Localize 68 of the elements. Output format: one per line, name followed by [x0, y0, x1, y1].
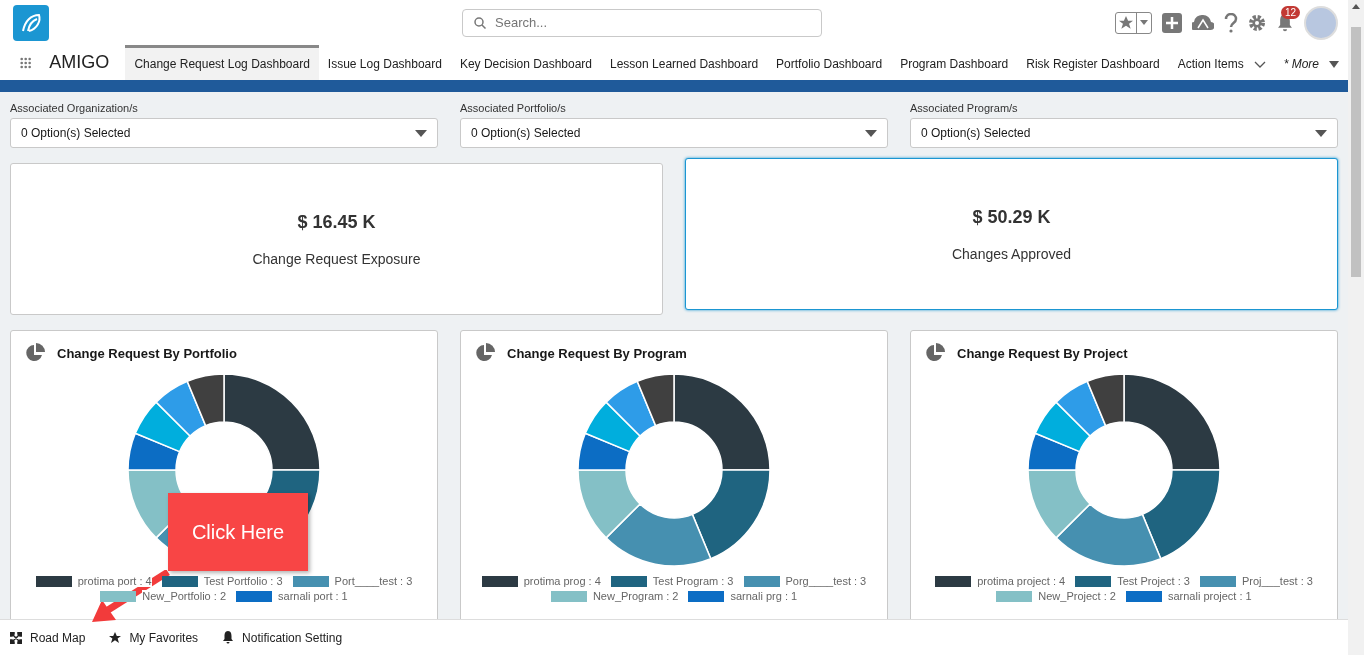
kpi-value: $ 50.29 K: [972, 206, 1051, 228]
legend-label: protima project : 4: [977, 575, 1066, 587]
chevron-down-icon: [1253, 60, 1266, 68]
legend-label: Porg____test : 3: [785, 575, 867, 587]
pie-chart-icon: [475, 343, 495, 363]
search-icon: [474, 16, 486, 29]
app-logo[interactable]: [13, 4, 49, 41]
pie-chart-icon: [925, 343, 945, 363]
nav-tab[interactable]: Key Decision Dashboard: [450, 45, 601, 80]
kpi-card[interactable]: $ 16.45 K Change Request Exposure: [10, 163, 663, 315]
nav-tab[interactable]: Change Request Log Dashboard: [125, 45, 319, 80]
caret-icon: [1140, 20, 1148, 25]
star-icon: [1119, 15, 1133, 30]
nav-tab[interactable]: Program Dashboard: [891, 45, 1018, 80]
filter-label: Associated Program/s: [910, 102, 1019, 114]
crossed-arrows-icon: [10, 631, 22, 644]
kpi-card[interactable]: $ 50.29 K Changes Approved: [685, 158, 1338, 310]
caret-icon: [1329, 60, 1339, 68]
footer-link[interactable]: My Favorites: [109, 630, 199, 645]
kpi-label: Changes Approved: [951, 245, 1072, 262]
legend-label: Proj___test : 3: [1241, 575, 1313, 587]
footer-link[interactable]: Road Map: [10, 630, 86, 645]
star-icon: [109, 631, 122, 644]
nav-tab[interactable]: Risk Register Dashboard: [1017, 45, 1169, 80]
multiselect-dropdown[interactable]: 0 Option(s) Selected: [10, 118, 438, 148]
legend-label: protima port : 4: [77, 575, 152, 587]
legend-label: Test Project : 3: [1117, 575, 1190, 587]
filter-label: Associated Organization/s: [10, 102, 139, 114]
dropdown-caret-icon: [865, 129, 877, 137]
dropdown-caret-icon: [1315, 129, 1327, 137]
footer-link[interactable]: Notification Setting: [222, 630, 343, 645]
search-field[interactable]: Search...: [462, 8, 822, 37]
filter-label: Associated Portfolio/s: [460, 102, 567, 114]
legend-label: protima prog : 4: [523, 575, 601, 587]
chart-title: Change Request By Project: [957, 345, 1128, 361]
legend-label: sarnali project : 1: [1167, 590, 1252, 602]
dropdown-caret-icon: [415, 129, 427, 137]
pie-chart-icon: [25, 343, 45, 363]
kpi-value: $ 16.45 K: [297, 211, 376, 233]
notification-count: 12: [1280, 5, 1300, 19]
scroll-up-icon[interactable]: [1352, 4, 1360, 9]
callout-box: Click Here: [168, 493, 308, 571]
help-icon[interactable]: [1224, 12, 1238, 33]
favorites-button[interactable]: [1115, 11, 1152, 34]
more-tab[interactable]: * More: [1274, 45, 1348, 80]
chart-title: Change Request By Portfolio: [57, 345, 237, 361]
nav-tab[interactable]: Portfolio Dashboard: [767, 45, 892, 80]
scrollbar-thumb[interactable]: [1351, 27, 1361, 277]
legend-label: Test Program : 3: [652, 575, 734, 587]
add-icon[interactable]: [1162, 12, 1182, 33]
chart-title: Change Request By Program: [507, 345, 687, 361]
nav-tab[interactable]: Lesson Learned Dashboard: [601, 45, 768, 80]
nav-tab[interactable]: Action Items: [1168, 45, 1275, 80]
app-name: AMIGO: [49, 51, 110, 74]
bell-icon: [222, 631, 235, 644]
legend-label: Port____test : 3: [334, 575, 413, 587]
kpi-label: Change Request Exposure: [252, 250, 421, 267]
nav-tab[interactable]: Issue Log Dashboard: [318, 45, 451, 80]
multiselect-dropdown[interactable]: 0 Option(s) Selected: [460, 118, 888, 148]
multiselect-dropdown[interactable]: 0 Option(s) Selected: [910, 118, 1338, 148]
legend-label: Test Portfolio : 3: [203, 575, 283, 587]
settings-icon[interactable]: [1248, 13, 1266, 32]
legend-label: New_Project : 2: [1038, 590, 1116, 602]
legend-label: New_Portfolio : 2: [142, 590, 227, 602]
legend-label: sarnali port : 1: [278, 590, 348, 602]
legend-label: New_Program : 2: [592, 590, 679, 602]
mountain-cloud-icon[interactable]: [1192, 13, 1214, 32]
legend-label: sarnali prg : 1: [730, 590, 798, 602]
